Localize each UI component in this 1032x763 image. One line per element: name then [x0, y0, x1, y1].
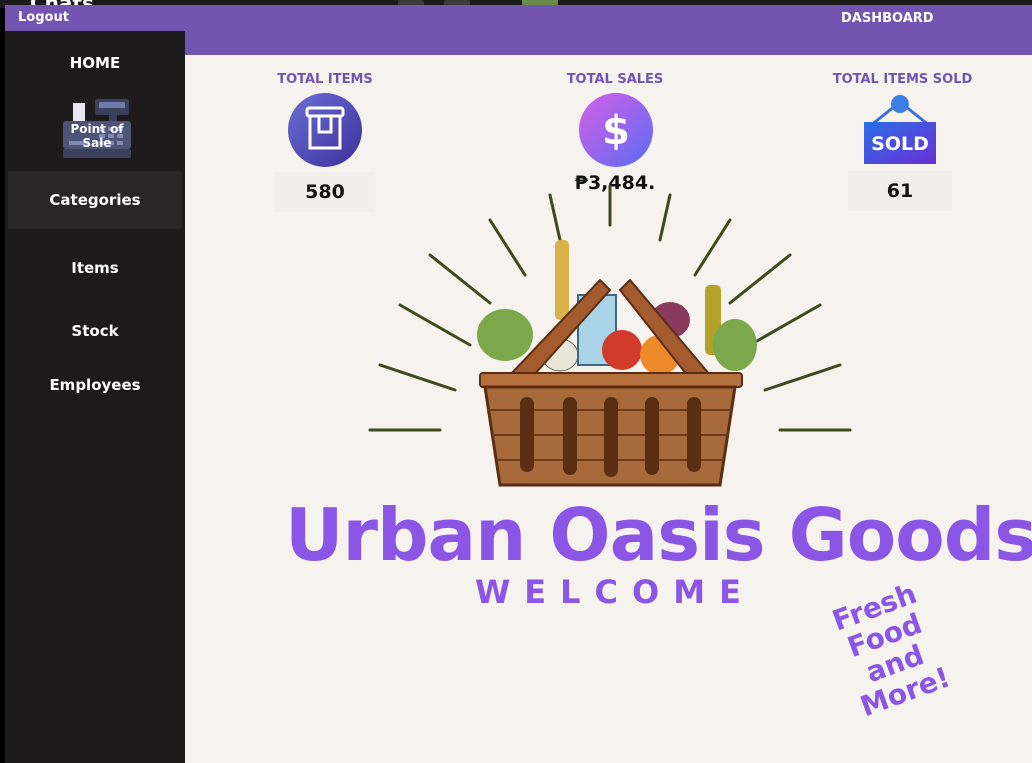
dollar-icon: $ — [579, 93, 653, 167]
grocery-basket-illustration — [368, 185, 852, 487]
total-items-sold-label: TOTAL ITEMS SOLD — [832, 72, 973, 87]
sidebar-item-employees[interactable]: Employees — [5, 376, 185, 394]
brand-name: Urban Oasis Goods — [285, 493, 1032, 577]
sidebar-item-items[interactable]: Items — [5, 259, 185, 277]
total-sales-card: TOTAL SALES — [545, 72, 685, 87]
total-items-label: TOTAL ITEMS — [277, 72, 373, 87]
sold-tag-text: SOLD — [871, 133, 929, 155]
welcome-text: WELCOME — [475, 573, 755, 611]
total-items-card: TOTAL ITEMS — [255, 72, 395, 87]
page-title: DASHBOARD — [841, 11, 934, 26]
point-of-sale-label: Point of Sale — [70, 122, 124, 150]
app-window: Logout DASHBOARD HOME Point of Sale Cate… — [5, 5, 1032, 763]
svg-text:$: $ — [602, 108, 630, 154]
sidebar-item-stock[interactable]: Stock — [5, 322, 185, 340]
sidebar-item-home[interactable]: HOME — [5, 54, 185, 72]
logout-button[interactable]: Logout — [18, 10, 69, 25]
sold-tag-icon: SOLD — [864, 95, 936, 164]
total-sales-label: TOTAL SALES — [566, 72, 664, 87]
sidebar-item-categories[interactable]: Categories — [8, 171, 182, 229]
sidebar: HOME Point of Sale Categories Items Stoc — [5, 31, 185, 763]
total-items-sold-value: 61 — [848, 171, 952, 211]
point-of-sale-button[interactable]: Point of Sale — [57, 97, 137, 161]
box-icon — [288, 93, 362, 167]
tagline: Fresh Food and More! — [790, 565, 991, 736]
total-items-sold-card: TOTAL ITEMS SOLD — [825, 72, 980, 87]
